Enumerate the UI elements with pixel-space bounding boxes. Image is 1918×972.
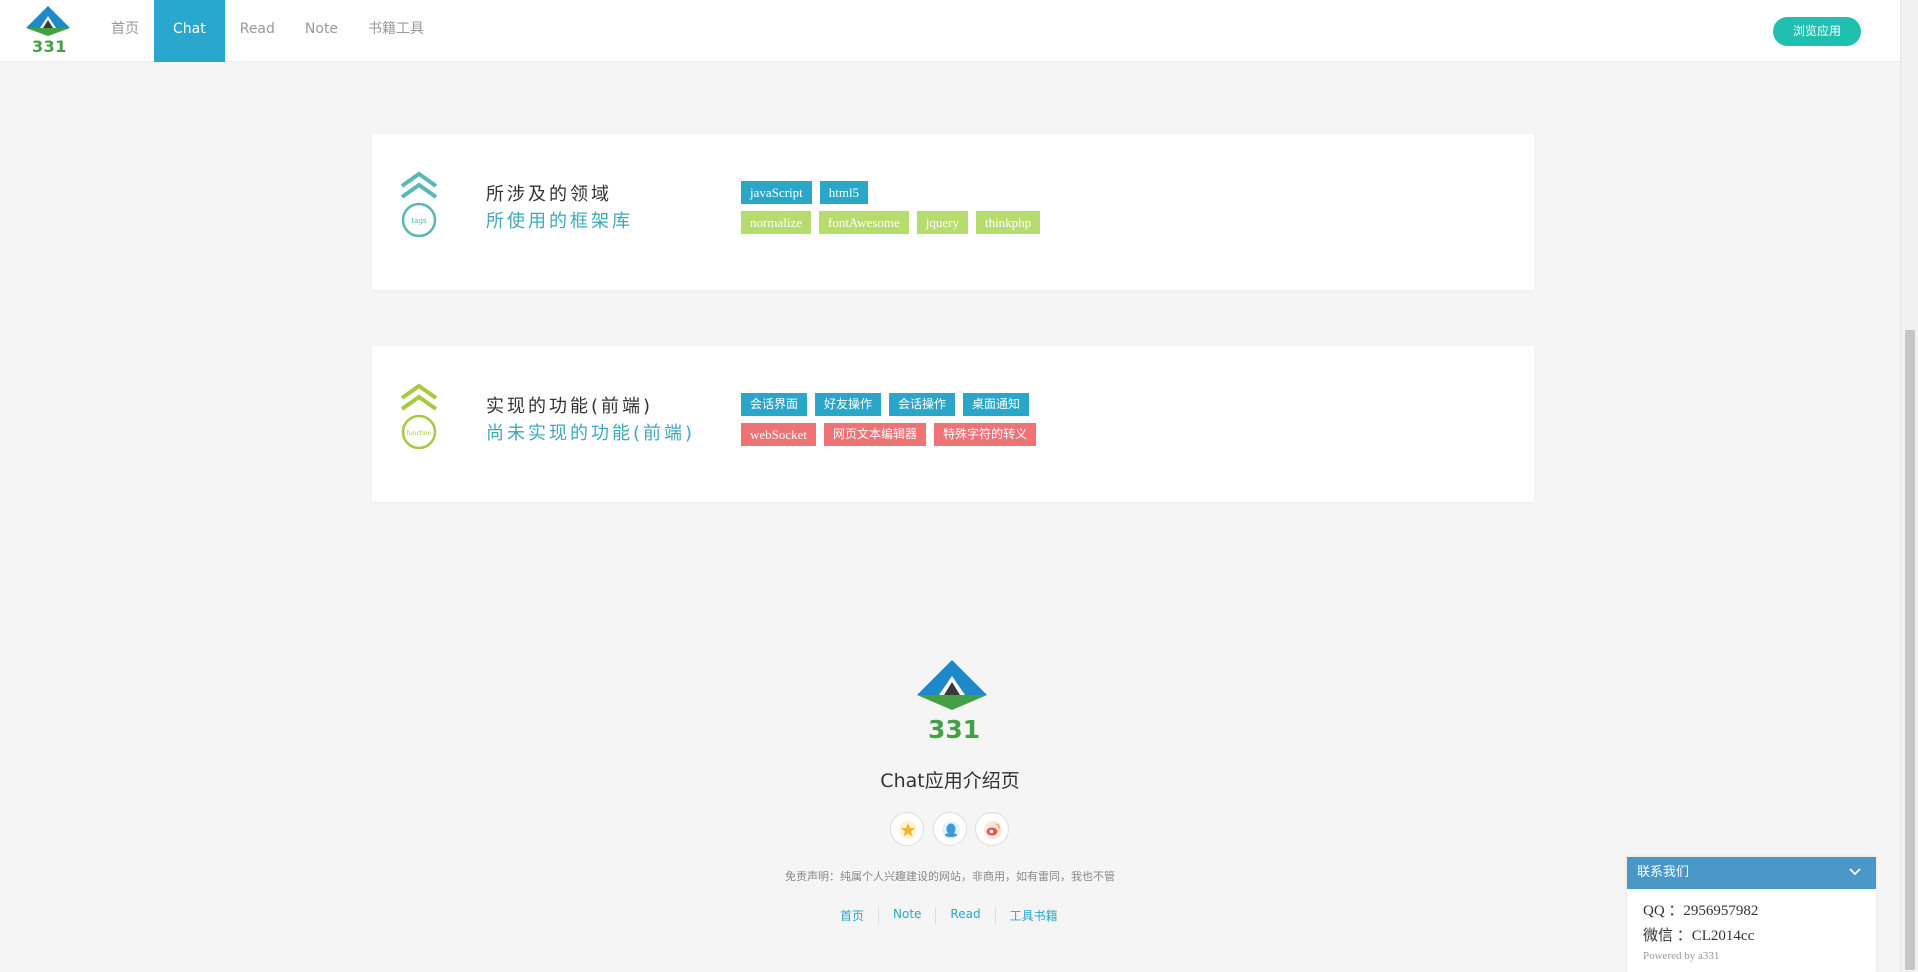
nav-item-read[interactable]: Read [225, 0, 290, 62]
tags-chevron-icon: tags [400, 171, 438, 238]
nav-item-home[interactable]: 首页 [96, 0, 154, 62]
main-menu: 首页 Chat Read Note 书籍工具 [96, 0, 439, 62]
framework-tags: normalize fontAwesome jquery thinkphp [741, 211, 1041, 234]
footer-link-read[interactable]: Read [935, 907, 994, 924]
contact-wechat: 微信 ：CL2014cc [1643, 928, 1755, 944]
tag-chat-ui: 会话界面 [741, 393, 808, 416]
implemented-feature-tags: 会话界面 好友操作 会话操作 桌面通知 [741, 393, 1030, 416]
nav-item-note[interactable]: Note [290, 0, 353, 62]
card-title: 所涉及的领域 [486, 184, 612, 205]
tag-html5: html5 [819, 181, 869, 204]
tech-stack-card: tags 所涉及的领域 所使用的框架库 javaScript html5 nor… [372, 134, 1534, 290]
contact-us-widget: 联系我们 QQ ：2956957982 微信 ：CL2014cc Powered… [1627, 857, 1876, 972]
weibo-icon [984, 821, 1002, 839]
nav-item-book-tools[interactable]: 书籍工具 [353, 0, 439, 62]
footer-link-note[interactable]: Note [878, 907, 935, 924]
page-scrollbar[interactable] [1900, 0, 1918, 972]
tag-javascript: javaScript [741, 181, 812, 204]
svg-text:tags: tags [411, 217, 426, 225]
tag-thinkphp: thinkphp [975, 211, 1041, 234]
footer-link-home[interactable]: 首页 [826, 907, 878, 924]
browse-apps-button[interactable]: 浏览应用 [1773, 17, 1861, 46]
tag-desktop-notify: 桌面通知 [963, 393, 1030, 416]
tag-friend-ops: 好友操作 [815, 393, 882, 416]
card-title: 实现的功能(前端) [486, 396, 654, 417]
tag-char-escape: 特殊字符的转义 [934, 423, 1037, 446]
tag-fontawesome: fontAwesome [818, 211, 909, 234]
qq-social-button[interactable] [933, 812, 967, 846]
function-chevron-icon: function [400, 383, 438, 450]
footer-logo-text: 331 [928, 715, 981, 744]
chevron-down-icon[interactable] [1848, 865, 1862, 879]
star-icon [899, 821, 917, 839]
tag-rich-text-editor: 网页文本编辑器 [824, 423, 927, 446]
disclaimer-text: 免责声明：纯属个人兴趣建设的网站，非商用，如有雷同，我也不管 [785, 870, 1115, 883]
card-subtitle: 所使用的框架库 [486, 211, 633, 232]
footer-link-tool-books[interactable]: 工具书籍 [994, 907, 1072, 924]
powered-by-text: Powered by a331 [1643, 950, 1720, 962]
tag-websocket: webSocket [741, 423, 817, 446]
card-subtitle: 尚未实现的功能(前端) [486, 423, 696, 444]
contact-header[interactable]: 联系我们 [1627, 857, 1876, 889]
site-logo-text: 331 [32, 37, 67, 56]
tag-jquery: jquery [916, 211, 968, 234]
footer-title: Chat应用介绍页 [880, 770, 1020, 792]
contact-title: 联系我们 [1637, 865, 1690, 880]
scrollbar-thumb[interactable] [1905, 330, 1915, 970]
star-social-button[interactable] [890, 812, 924, 846]
weibo-social-button[interactable] [975, 812, 1009, 846]
unimplemented-feature-tags: webSocket 网页文本编辑器 特殊字符的转义 [741, 423, 1037, 446]
tag-normalize: normalize [741, 211, 811, 234]
svg-text:function: function [407, 430, 432, 437]
qq-icon [942, 821, 960, 839]
top-navbar: 331 首页 Chat Read Note 书籍工具 浏览应用 [0, 0, 1900, 62]
contact-qq: QQ ：2956957982 [1643, 903, 1759, 919]
features-card: function 实现的功能(前端) 尚未实现的功能(前端) 会话界面 好友操作… [372, 346, 1534, 502]
tag-session-ops: 会话操作 [889, 393, 956, 416]
nav-item-chat[interactable]: Chat [154, 0, 225, 62]
footer-links: 首页 Note Read 工具书籍 [826, 907, 1072, 924]
domain-tags: javaScript html5 [741, 181, 869, 204]
